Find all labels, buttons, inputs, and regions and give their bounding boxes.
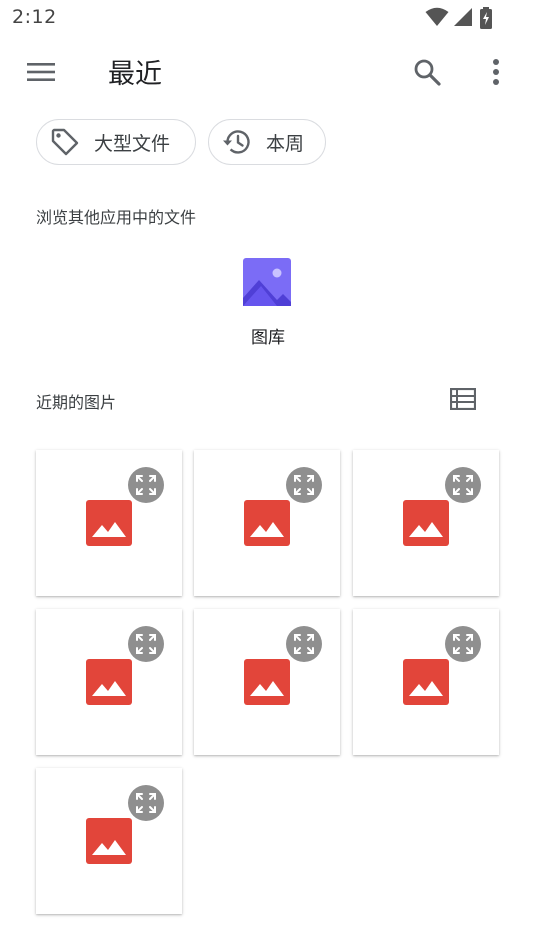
- menu-icon: [27, 63, 55, 81]
- image-card[interactable]: [353, 450, 499, 596]
- image-card[interactable]: [194, 609, 340, 755]
- search-button[interactable]: [405, 50, 449, 94]
- expand-preview-button[interactable]: [128, 785, 164, 821]
- expand-preview-button[interactable]: [286, 467, 322, 503]
- image-card[interactable]: [36, 768, 182, 914]
- chip-this-week[interactable]: 本周: [208, 119, 326, 165]
- image-icon: [86, 500, 132, 546]
- browse-section-heading: 浏览其他应用中的文件: [36, 208, 197, 227]
- expand-preview-button[interactable]: [445, 626, 481, 662]
- gallery-app-shortcut[interactable]: 图库: [228, 250, 308, 350]
- recent-files-screen: 2:12 最近 大型文件 本周 浏览其他应用中的文件 图库 近期的图片: [0, 0, 535, 951]
- image-icon: [86, 818, 132, 864]
- image-card[interactable]: [36, 609, 182, 755]
- more-options-button[interactable]: [474, 50, 518, 94]
- image-icon: [244, 659, 290, 705]
- fullscreen-icon: [136, 475, 156, 495]
- fullscreen-icon: [136, 793, 156, 813]
- image-icon: [86, 659, 132, 705]
- chip-label: 本周: [266, 132, 305, 155]
- image-card[interactable]: [36, 450, 182, 596]
- image-icon: [244, 500, 290, 546]
- gallery-icon: [243, 258, 291, 306]
- image-icon: [403, 659, 449, 705]
- menu-button[interactable]: [19, 50, 63, 94]
- fullscreen-icon: [294, 475, 314, 495]
- expand-preview-button[interactable]: [445, 467, 481, 503]
- expand-preview-button[interactable]: [128, 467, 164, 503]
- more-vert-icon: [493, 59, 499, 85]
- fullscreen-icon: [294, 634, 314, 654]
- image-card[interactable]: [194, 450, 340, 596]
- battery-charging-icon: [480, 7, 492, 29]
- history-icon: [222, 127, 252, 157]
- image-card[interactable]: [353, 609, 499, 755]
- fullscreen-icon: [453, 634, 473, 654]
- fullscreen-icon: [453, 475, 473, 495]
- tag-icon: [50, 127, 80, 157]
- cell-signal-icon: [454, 8, 472, 26]
- recent-images-heading: 近期的图片: [36, 393, 117, 412]
- fullscreen-icon: [136, 634, 156, 654]
- expand-preview-button[interactable]: [286, 626, 322, 662]
- page-title: 最近: [108, 59, 162, 90]
- image-icon: [403, 500, 449, 546]
- chip-label: 大型文件: [94, 132, 171, 155]
- gallery-app-label: 图库: [251, 328, 285, 348]
- app-bar: 最近: [0, 40, 535, 104]
- list-view-icon: [450, 388, 476, 410]
- chip-large-files[interactable]: 大型文件: [36, 119, 196, 165]
- status-time: 2:12: [12, 6, 57, 28]
- status-bar: 2:12: [0, 0, 535, 36]
- list-view-toggle[interactable]: [441, 377, 485, 421]
- wifi-icon: [425, 7, 449, 26]
- expand-preview-button[interactable]: [128, 626, 164, 662]
- search-icon: [414, 59, 441, 86]
